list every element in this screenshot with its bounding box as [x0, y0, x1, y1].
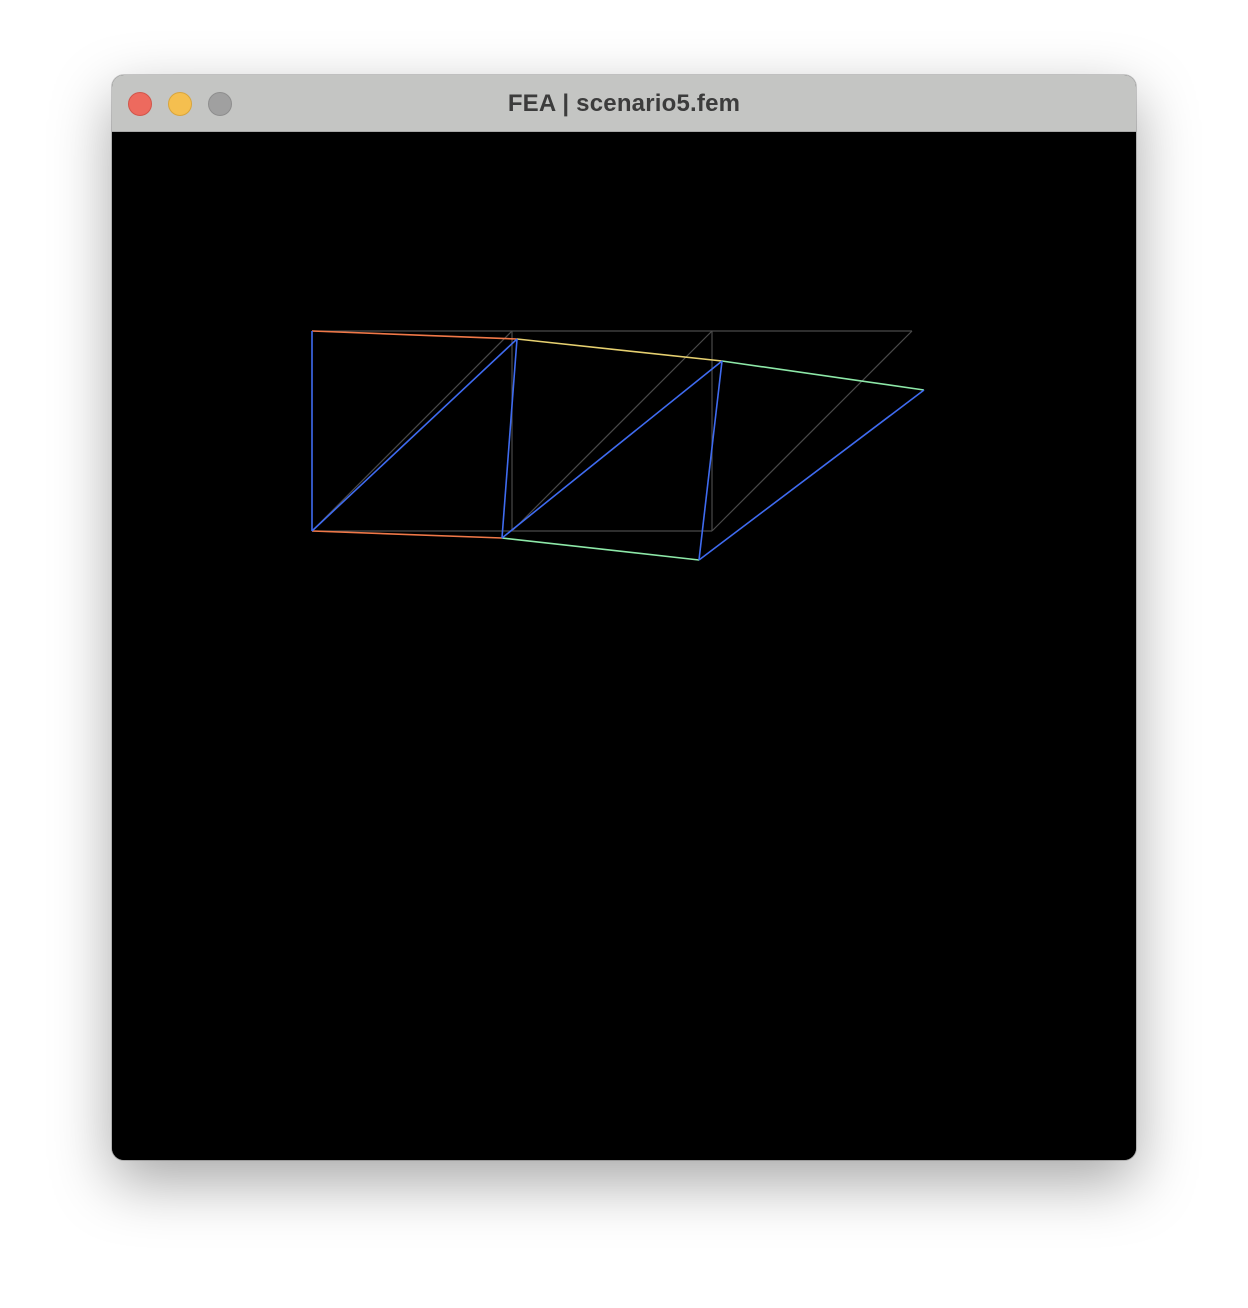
deformed-edge: [501, 338, 518, 539]
deformed-edge: [501, 360, 723, 539]
deformed-edge: [698, 360, 723, 561]
deformed-edge: [516, 338, 723, 362]
undeformed-edge: [311, 330, 513, 532]
window-title: FEA | scenario5.fem: [507, 90, 741, 117]
undeformed-edge: [511, 330, 713, 532]
mesh-plot: [311, 330, 925, 561]
deformed-edge: [311, 330, 518, 340]
deformed-edge: [698, 389, 925, 561]
undeformed-edge: [711, 330, 913, 532]
deformed-edge: [721, 360, 925, 391]
deformed-edge: [311, 338, 518, 532]
app-window: FEA | scenario5.fem: [112, 75, 1136, 1160]
deformed-edge: [501, 537, 700, 561]
title-bar[interactable]: FEA | scenario5.fem: [112, 75, 1136, 132]
deformed-edge: [311, 530, 503, 539]
undeformed-mesh: [311, 330, 913, 532]
fea-viewport[interactable]: [112, 132, 1136, 1160]
deformed-mesh: [311, 330, 925, 561]
